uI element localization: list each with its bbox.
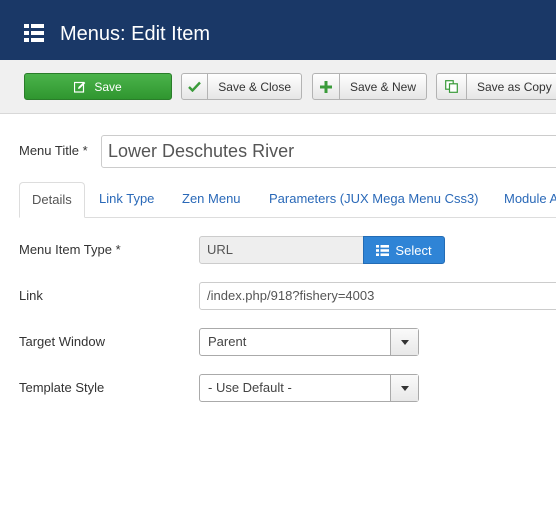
save-copy-button[interactable]: Save as Copy: [436, 73, 556, 100]
select-label: Select: [395, 242, 432, 258]
tab-parameters[interactable]: Parameters (JUX Mega Menu Css3): [269, 182, 479, 218]
copy-icon: [437, 74, 467, 99]
save-new-button[interactable]: Save & New: [312, 73, 427, 100]
edit-icon: [74, 74, 86, 99]
menu-item-type-label: Menu Item Type *: [19, 242, 121, 257]
plus-icon: [313, 74, 340, 99]
page-title: Menus: Edit Item: [60, 23, 211, 45]
template-style-value: - Use Default -: [208, 380, 292, 395]
save-close-button[interactable]: Save & Close: [181, 73, 302, 100]
save-button[interactable]: Save: [24, 73, 172, 100]
tab-bar: Details Link Type Zen Menu Parameters (J…: [19, 182, 556, 218]
target-window-select[interactable]: Parent: [199, 328, 419, 356]
page-header: Menus: Edit Item: [0, 8, 556, 60]
menu-item-type-field: URL: [199, 236, 364, 264]
tab-module-assignment[interactable]: Module A: [504, 182, 556, 218]
menu-title-label: Menu Title *: [19, 143, 88, 158]
tab-details[interactable]: Details: [19, 182, 85, 218]
save-new-label: Save & New: [349, 79, 416, 94]
tab-zen-menu[interactable]: Zen Menu: [182, 182, 241, 218]
toolbar: Save Save & Close Save & New Save as Cop…: [0, 60, 556, 114]
save-copy-label: Save as Copy: [477, 79, 552, 94]
template-style-select[interactable]: - Use Default -: [199, 374, 419, 402]
template-style-label: Template Style: [19, 380, 105, 395]
save-label: Save: [94, 79, 122, 94]
chevron-down-icon[interactable]: [390, 329, 418, 355]
save-close-label: Save & Close: [218, 79, 291, 94]
target-window-label: Target Window: [19, 334, 105, 349]
top-strip: [0, 0, 556, 8]
link-label: Link: [19, 288, 43, 303]
check-icon: [182, 74, 209, 99]
list-icon: [376, 244, 390, 256]
list-menu-icon: [24, 24, 44, 42]
chevron-down-icon[interactable]: [390, 375, 418, 401]
link-field[interactable]: /index.php/918?fishery=4003: [199, 282, 556, 310]
target-window-value: Parent: [208, 334, 247, 349]
menu-title-input[interactable]: Lower Deschutes River: [101, 135, 556, 168]
select-button[interactable]: Select: [363, 236, 445, 264]
tab-link-type[interactable]: Link Type: [99, 182, 154, 218]
